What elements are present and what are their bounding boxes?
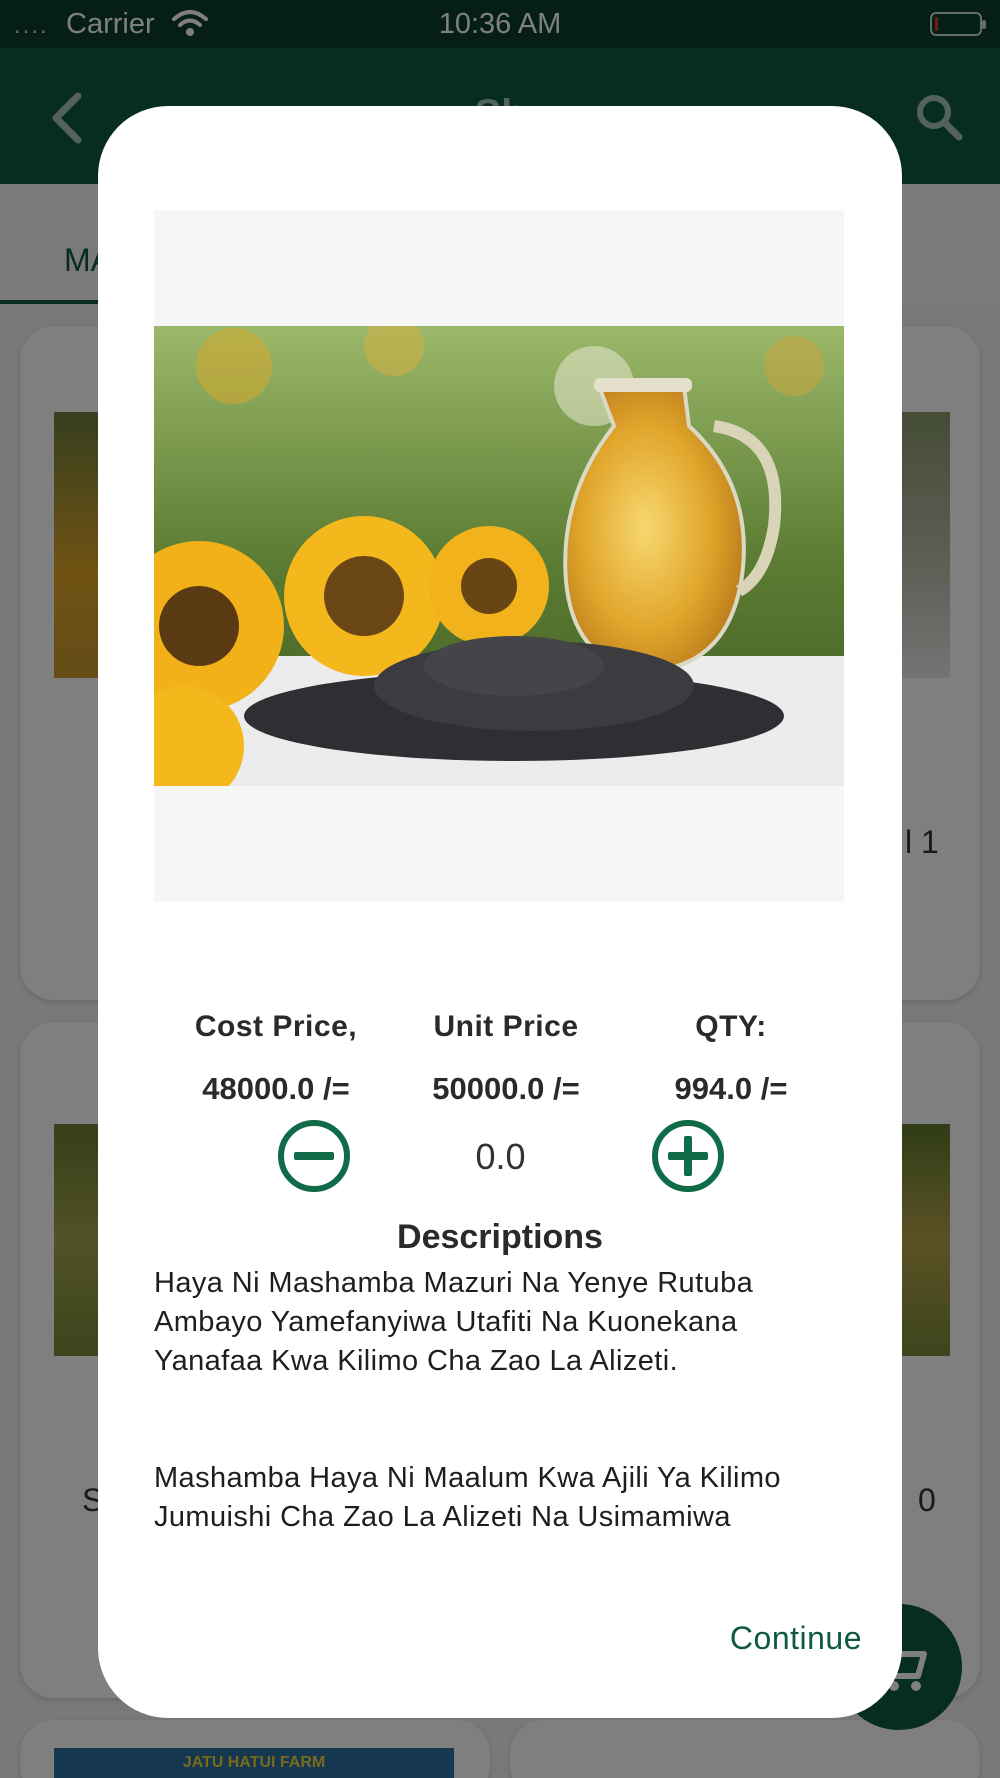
descriptions-heading: Descriptions [397,1218,603,1256]
product-dialog: Cost Price, 48000.0 /= Unit Price 50000.… [98,106,902,1718]
cost-price-column: Cost Price, 48000.0 /= [161,1010,391,1107]
decrease-quantity-button[interactable] [276,1118,352,1194]
qty-available-value: 994.0 /= [674,1071,788,1106]
description-scroll-area[interactable]: Haya Ni Mashamba Mazuri Na Yenye Rutuba … [154,1264,854,1616]
increase-quantity-button[interactable] [650,1118,726,1194]
unit-price-label: Unit Price [433,1010,579,1043]
description-paragraph: Haya Ni Mashamba Mazuri Na Yenye Rutuba … [154,1267,754,1377]
product-image-frame [154,210,844,902]
quantity-value: 0.0 [475,1136,526,1177]
cost-price-label: Cost Price, [194,1010,358,1043]
unit-price-column: Unit Price 50000.0 /= [391,1010,621,1107]
product-photo [154,326,844,786]
plus-circle-icon [652,1120,724,1192]
cost-price-value: 48000.0 /= [202,1071,350,1106]
continue-button[interactable]: Continue [730,1620,862,1657]
description-paragraph: Mashamba Haya Ni Maalum Kwa Ajili Ya Kil… [154,1462,781,1533]
unit-price-value: 50000.0 /= [432,1071,580,1106]
qty-label: QTY: [695,1010,767,1043]
minus-circle-icon [278,1120,350,1192]
qty-column: QTY: 994.0 /= [616,1010,846,1107]
